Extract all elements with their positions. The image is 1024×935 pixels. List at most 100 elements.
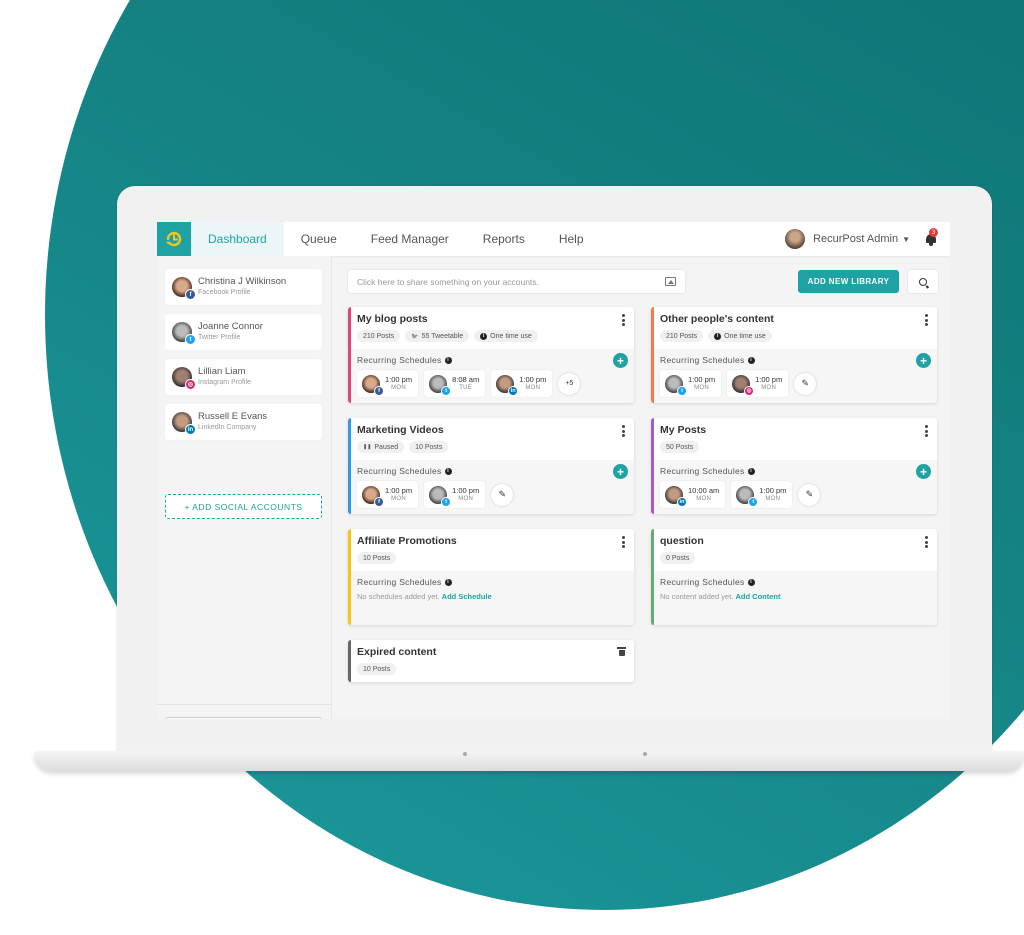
library-card: Affiliate Promotions 10 Posts Recurring Sc… bbox=[348, 529, 634, 625]
edit-schedules-button[interactable]: ✎ bbox=[798, 483, 821, 506]
info-icon: i bbox=[714, 332, 722, 340]
library-title[interactable]: Affiliate Promotions bbox=[357, 535, 627, 547]
schedule-time: 1:00 pm bbox=[688, 375, 716, 384]
library-chip: i One time use bbox=[708, 330, 772, 342]
add-schedule-button[interactable]: + bbox=[613, 464, 628, 479]
info-icon[interactable]: i bbox=[747, 578, 755, 586]
nav-dashboard[interactable]: Dashboard bbox=[191, 222, 284, 256]
more-options-icon[interactable] bbox=[925, 314, 928, 326]
chip-label: 0 Posts bbox=[666, 554, 690, 562]
recurring-schedules-label: Recurring Schedules i bbox=[357, 466, 628, 476]
nav-feed-manager[interactable]: Feed Manager bbox=[354, 222, 466, 256]
avatar: in bbox=[496, 374, 519, 396]
trash-icon[interactable] bbox=[617, 647, 626, 656]
info-icon[interactable]: i bbox=[747, 467, 755, 475]
share-input[interactable]: Click here to share something on your ac… bbox=[348, 270, 685, 293]
schedule-item[interactable]: f 1:00 pm MON bbox=[357, 481, 419, 508]
schedule-item[interactable]: t 8:08 am TUE bbox=[424, 370, 486, 397]
recurring-schedules-label: Recurring Schedules i bbox=[660, 466, 931, 476]
schedule-item[interactable]: in 10:00 am MON bbox=[660, 481, 726, 508]
account-name: Russell E Evans bbox=[198, 411, 268, 422]
chip-label: Paused bbox=[374, 443, 399, 451]
avatar: f bbox=[362, 374, 384, 396]
add-schedule-button[interactable]: + bbox=[916, 464, 931, 479]
schedule-item[interactable]: t 1:00 pm MON bbox=[731, 481, 793, 508]
chip-label: 210 Posts bbox=[363, 332, 395, 340]
library-title[interactable]: My Posts bbox=[660, 424, 930, 436]
account-item[interactable]: ◎ Lillian Liam Instagram Profile bbox=[165, 359, 322, 395]
schedule-item[interactable]: f 1:00 pm MON bbox=[357, 370, 419, 397]
facebook-icon: f bbox=[185, 289, 196, 300]
image-icon[interactable] bbox=[665, 277, 676, 286]
recurring-schedules: Recurring Schedules i + t 1:00 pm MON ◎ 1:00 pm… bbox=[654, 349, 937, 403]
search-button[interactable] bbox=[908, 270, 938, 293]
library-title[interactable]: question bbox=[660, 535, 930, 547]
info-icon[interactable]: i bbox=[444, 578, 452, 586]
account-type: Twitter Profile bbox=[198, 334, 241, 341]
recurring-schedules: Recurring Schedules i No content added yet… bbox=[654, 571, 937, 625]
library-title[interactable]: Marketing Videos bbox=[357, 424, 627, 436]
library-card: My blog posts 210 Posts 🐦 55 Tweetable i One … bbox=[348, 307, 634, 403]
schedule-day: MON bbox=[694, 385, 709, 391]
library-card: My Posts 50 Posts Recurring Schedules i + in 1… bbox=[651, 418, 937, 514]
more-options-icon[interactable] bbox=[622, 536, 625, 548]
add-social-accounts-button[interactable]: + ADD SOCIAL ACCOUNTS bbox=[165, 494, 322, 519]
schedule-item[interactable]: t 1:00 pm MON bbox=[424, 481, 486, 508]
recurring-schedules-label: Recurring Schedules i bbox=[660, 577, 931, 587]
library-title[interactable]: Other people's content bbox=[660, 313, 930, 325]
avatar: t bbox=[429, 485, 452, 507]
linkedin-icon: in bbox=[185, 424, 196, 435]
more-options-icon[interactable] bbox=[925, 536, 928, 548]
laptop-hinge bbox=[643, 752, 647, 756]
empty-state-link[interactable]: Add Content bbox=[735, 592, 780, 601]
edit-schedules-button[interactable]: ✎ bbox=[491, 483, 514, 506]
more-schedules-button[interactable]: +5 bbox=[558, 372, 581, 395]
schedule-day: MON bbox=[761, 385, 777, 391]
info-icon[interactable]: i bbox=[747, 356, 755, 364]
add-new-library-button[interactable]: ADD NEW LIBRARY bbox=[798, 270, 899, 293]
manage-social-accounts-button[interactable]: MANAGE SOCIAL ACCOUNTS bbox=[165, 717, 322, 719]
recurring-label-text: Recurring Schedules bbox=[357, 577, 442, 587]
facebook-icon: f bbox=[374, 385, 384, 396]
card-header: My Posts 50 Posts bbox=[654, 418, 937, 460]
app-logo[interactable] bbox=[157, 222, 191, 256]
nav-queue[interactable]: Queue bbox=[284, 222, 354, 256]
account-item[interactable]: t Joanne Connor Twitter Profile bbox=[165, 314, 322, 350]
edit-schedules-button[interactable]: ✎ bbox=[794, 372, 817, 395]
schedule-item[interactable]: ◎ 1:00 pm MON bbox=[727, 370, 789, 397]
library-card: question 0 Posts Recurring Schedules i No co… bbox=[651, 529, 937, 625]
chip-label: One time use bbox=[724, 332, 766, 340]
recurring-schedules: Recurring Schedules i + in 10:00 am MON t 1:00 … bbox=[654, 460, 937, 514]
schedule-item[interactable]: t 1:00 pm MON bbox=[660, 370, 722, 397]
more-options-icon[interactable] bbox=[622, 314, 625, 326]
account-item[interactable]: in Russell E Evans LinkedIn Company bbox=[165, 404, 322, 440]
user-menu[interactable]: RecurPost Admin ▼ 3 bbox=[785, 228, 950, 249]
add-schedule-button[interactable]: + bbox=[916, 353, 931, 368]
schedule-item[interactable]: in 1:00 pm MON bbox=[491, 370, 553, 397]
nav-help[interactable]: Help bbox=[542, 222, 601, 256]
twitter-icon: t bbox=[441, 385, 452, 396]
more-options-icon[interactable] bbox=[622, 425, 625, 437]
chip-list: ❚❚ Paused 10 Posts bbox=[357, 441, 627, 453]
schedule-list: t 1:00 pm MON ◎ 1:00 pm MON ✎ bbox=[660, 370, 931, 397]
divider bbox=[157, 704, 332, 705]
empty-state-text: No content added yet. bbox=[660, 592, 734, 601]
add-schedule-button[interactable]: + bbox=[613, 353, 628, 368]
library-title[interactable]: Expired content bbox=[357, 646, 627, 658]
account-type: LinkedIn Company bbox=[198, 424, 257, 431]
empty-state-link[interactable]: Add Schedule bbox=[442, 592, 492, 601]
recurring-label-text: Recurring Schedules bbox=[660, 355, 745, 365]
account-type: Instagram Profile bbox=[198, 379, 251, 386]
info-icon[interactable]: i bbox=[444, 467, 452, 475]
bell-icon[interactable]: 3 bbox=[924, 228, 938, 247]
schedule-day: MON bbox=[391, 385, 406, 391]
pencil-icon: ✎ bbox=[805, 489, 814, 499]
schedule-time: 1:00 pm bbox=[755, 375, 783, 384]
nav-reports[interactable]: Reports bbox=[466, 222, 542, 256]
schedule-time: 1:00 pm bbox=[519, 375, 547, 384]
laptop-hinge bbox=[463, 752, 467, 756]
info-icon[interactable]: i bbox=[444, 356, 452, 364]
more-options-icon[interactable] bbox=[925, 425, 928, 437]
library-title[interactable]: My blog posts bbox=[357, 313, 627, 325]
account-item[interactable]: f Christina J Wilkinson Facebook Profile bbox=[165, 269, 322, 305]
